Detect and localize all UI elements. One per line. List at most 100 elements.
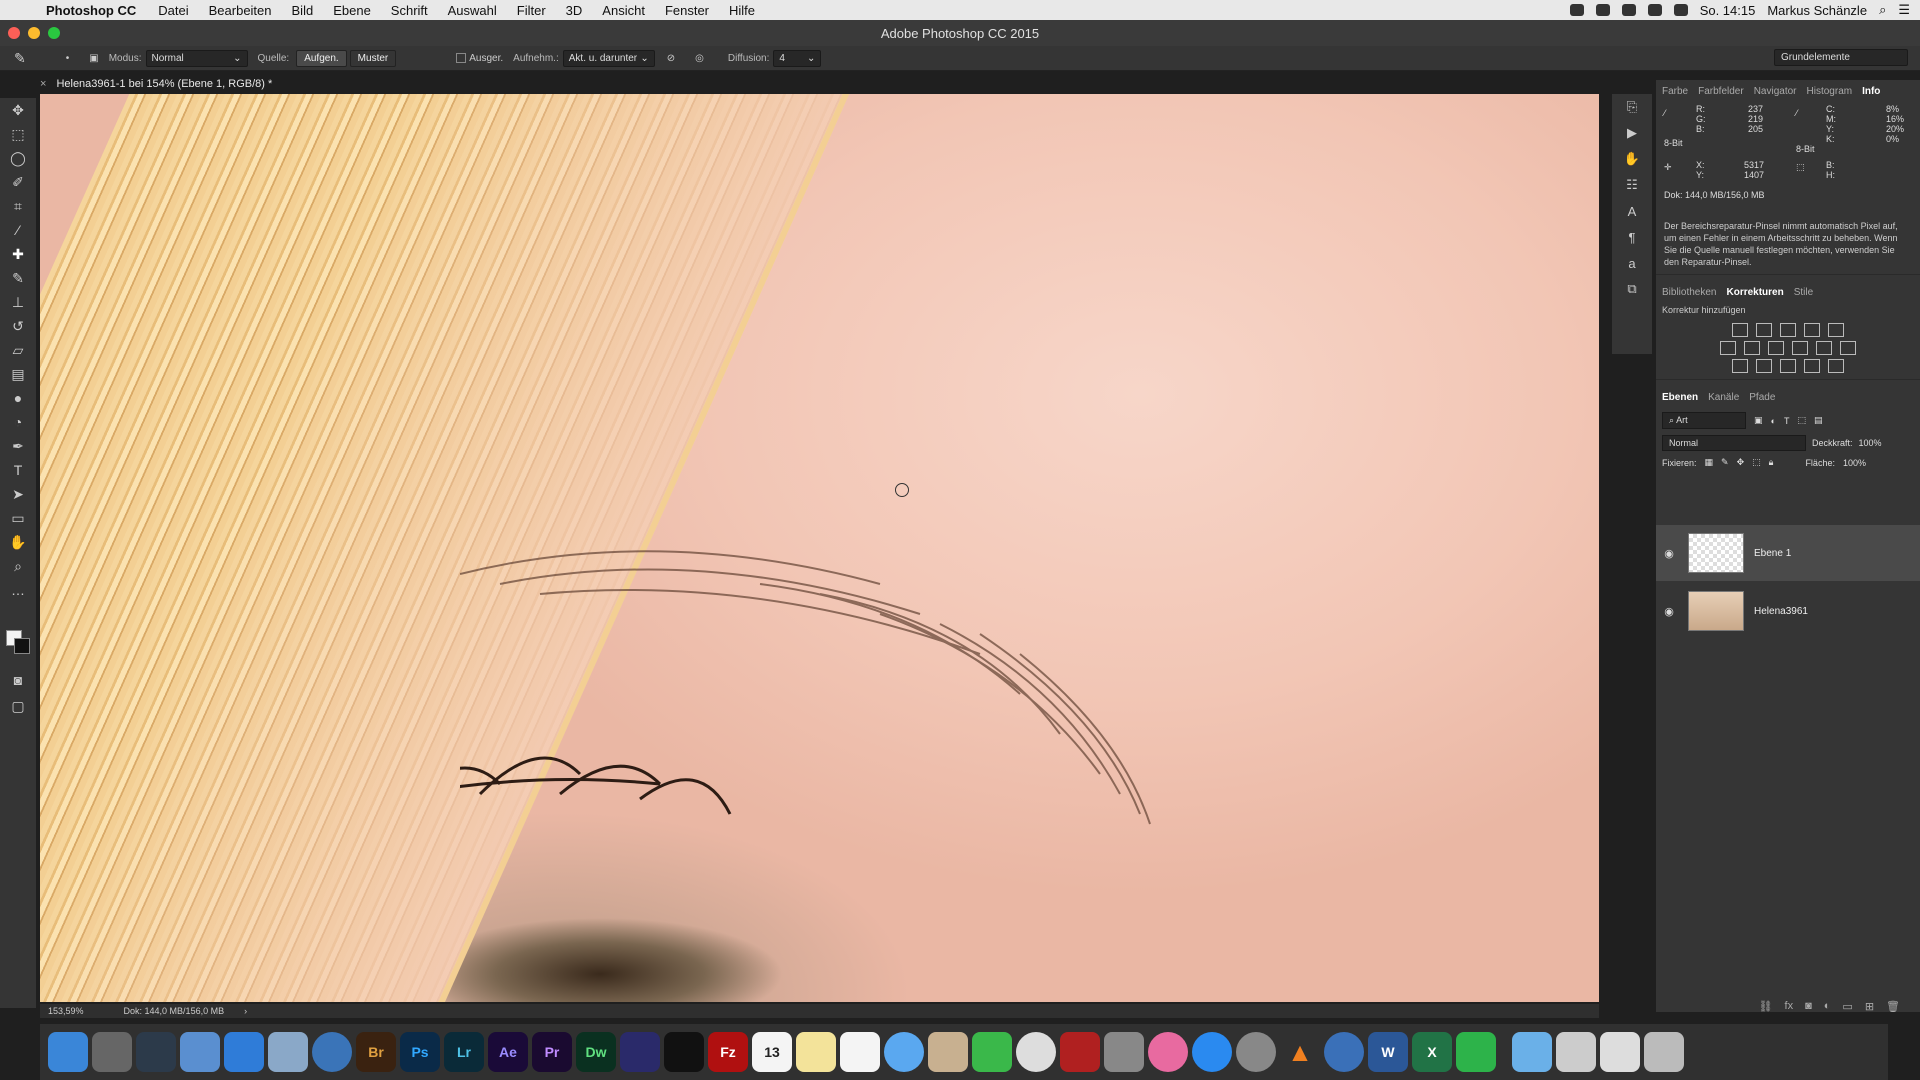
- curves-icon[interactable]: [1780, 323, 1796, 337]
- layer-row[interactable]: ◉ Helena3961: [1656, 583, 1920, 639]
- opacity-value[interactable]: 100%: [1859, 438, 1882, 448]
- quick-selection-tool-icon[interactable]: ✐: [0, 170, 36, 194]
- menu-schrift[interactable]: Schrift: [391, 3, 428, 18]
- launchpad-icon[interactable]: [92, 1032, 132, 1072]
- screen-mode-icon[interactable]: ▢: [0, 694, 36, 718]
- bridge-icon[interactable]: Br: [356, 1032, 396, 1072]
- tab-histogram[interactable]: Histogram: [1807, 86, 1853, 100]
- menubar-clock[interactable]: So. 14:15: [1700, 3, 1756, 18]
- paragraph-icon[interactable]: ¶: [1612, 224, 1652, 250]
- new-group-icon[interactable]: ▭: [1842, 1000, 1852, 1013]
- contacts-icon[interactable]: [928, 1032, 968, 1072]
- delete-layer-icon[interactable]: 🗑︎: [1886, 1000, 1900, 1013]
- eyedropper-tool-icon[interactable]: ⁄: [0, 218, 36, 242]
- marquee-tool-icon[interactable]: ⬚: [0, 122, 36, 146]
- remote-icon[interactable]: [620, 1032, 660, 1072]
- zoom-level[interactable]: 153,59%: [48, 1006, 84, 1016]
- filter-smart-object-icon[interactable]: ▤: [1814, 415, 1823, 426]
- evernote-icon[interactable]: [1456, 1032, 1496, 1072]
- word-icon[interactable]: W: [1368, 1032, 1408, 1072]
- diffusion-select[interactable]: 4 ⌄: [773, 49, 822, 67]
- brush-tool-icon[interactable]: ✎: [0, 266, 36, 290]
- crop-tool-icon[interactable]: ⌗: [0, 194, 36, 218]
- dodge-tool-icon[interactable]: ◔: [0, 410, 36, 434]
- brush-settings-icon[interactable]: ▣: [89, 53, 98, 64]
- photo-booth-icon[interactable]: [1060, 1032, 1100, 1072]
- brushes-folder-icon[interactable]: [1556, 1032, 1596, 1072]
- more-tools-icon[interactable]: …: [0, 578, 36, 602]
- invert-icon[interactable]: [1732, 359, 1748, 373]
- vibrance-icon[interactable]: [1828, 323, 1844, 337]
- brush-presets-icon[interactable]: ✋: [1612, 146, 1652, 172]
- quick-mask-icon[interactable]: ◙: [0, 668, 36, 692]
- preview-icon[interactable]: [268, 1032, 308, 1072]
- layer-name[interactable]: Ebene 1: [1754, 548, 1791, 559]
- menubar-user[interactable]: Markus Schänzle: [1767, 3, 1867, 18]
- pen-tool-icon[interactable]: ✒: [0, 434, 36, 458]
- dropbox-icon[interactable]: [1569, 4, 1584, 16]
- selective-color-icon[interactable]: [1804, 359, 1820, 373]
- aufnehm-select[interactable]: Akt. u. darunter ⌄: [562, 49, 655, 67]
- menu-auswahl[interactable]: Auswahl: [448, 3, 497, 18]
- photoshop-icon[interactable]: Ps: [400, 1032, 440, 1072]
- lock-paint-icon[interactable]: ✎: [1721, 457, 1729, 468]
- lock-all-icon[interactable]: 🔒︎: [1769, 457, 1774, 468]
- background-color-swatch[interactable]: [14, 638, 30, 654]
- rectangle-tool-icon[interactable]: ▭: [0, 506, 36, 530]
- visibility-eye-icon[interactable]: ◉: [1656, 547, 1682, 560]
- history-brush-tool-icon[interactable]: ↺: [0, 314, 36, 338]
- minimize-window-icon[interactable]: [28, 27, 40, 39]
- sync-icon[interactable]: [1595, 4, 1610, 16]
- record-icon[interactable]: [1621, 4, 1636, 16]
- black-white-icon[interactable]: [1768, 341, 1784, 355]
- quelle-aufgen-button[interactable]: Aufgen.: [296, 49, 347, 67]
- spotlight-icon[interactable]: ⌕: [1879, 2, 1886, 18]
- document-canvas[interactable]: [40, 94, 1599, 1002]
- photo-filter-icon[interactable]: [1792, 341, 1808, 355]
- menu-bearbeiten[interactable]: Bearbeiten: [209, 3, 272, 18]
- tab-stile[interactable]: Stile: [1794, 287, 1813, 301]
- brightness-icon[interactable]: [1732, 323, 1748, 337]
- history-icon[interactable]: ⎘: [1612, 94, 1652, 120]
- safari-icon[interactable]: [224, 1032, 264, 1072]
- excel-icon[interactable]: X: [1412, 1032, 1452, 1072]
- mission-control-icon[interactable]: [136, 1032, 176, 1072]
- character-icon[interactable]: A: [1612, 198, 1652, 224]
- tab-info[interactable]: Info: [1862, 86, 1880, 100]
- exposure-icon[interactable]: [1804, 323, 1820, 337]
- lightroom-icon[interactable]: Lr: [444, 1032, 484, 1072]
- blend-mode-select[interactable]: Normal: [1662, 435, 1806, 451]
- visibility-eye-icon[interactable]: ◉: [1656, 605, 1682, 618]
- filter-adjustment-icon[interactable]: ◐: [1771, 416, 1776, 426]
- posterize-icon[interactable]: [1756, 359, 1772, 373]
- layer-filter-select[interactable]: ⌕ Art: [1662, 412, 1746, 429]
- menu-ebene[interactable]: Ebene: [333, 3, 371, 18]
- document-tab[interactable]: × Helena3961-1 bei 154% (Ebene 1, RGB/8)…: [40, 75, 272, 93]
- fx-icon[interactable]: fx: [1785, 1000, 1794, 1013]
- tab-navigator[interactable]: Navigator: [1754, 86, 1797, 100]
- hue-saturation-icon[interactable]: [1720, 341, 1736, 355]
- itunes-icon[interactable]: [1148, 1032, 1188, 1072]
- threshold-icon[interactable]: [1780, 359, 1796, 373]
- move-tool-icon[interactable]: ✥: [0, 98, 36, 122]
- premiere-icon[interactable]: Pr: [532, 1032, 572, 1072]
- gradient-map-icon[interactable]: [1828, 359, 1844, 373]
- chrome-icon[interactable]: [1324, 1032, 1364, 1072]
- properties-icon[interactable]: ☷: [1612, 172, 1652, 198]
- pressure-icon[interactable]: ◎: [695, 53, 704, 64]
- modus-select[interactable]: Normal ⌄: [145, 49, 248, 67]
- notification-center-icon[interactable]: ☰: [1898, 2, 1910, 18]
- close-window-icon[interactable]: [8, 27, 20, 39]
- ausgerichtet-checkbox[interactable]: [456, 53, 467, 63]
- add-mask-icon[interactable]: ◙: [1805, 1000, 1812, 1013]
- downloads-icon[interactable]: [1600, 1032, 1640, 1072]
- brush-preset-icon[interactable]: •: [66, 53, 70, 64]
- blur-tool-icon[interactable]: ●: [0, 386, 36, 410]
- clone-stamp-tool-icon[interactable]: ⊥: [0, 290, 36, 314]
- type-tool-icon[interactable]: T: [0, 458, 36, 482]
- tab-farbe[interactable]: Farbe: [1662, 86, 1688, 100]
- tab-pfade[interactable]: Pfade: [1749, 392, 1775, 406]
- wifi-icon[interactable]: [1647, 4, 1662, 16]
- hand-tool-icon[interactable]: ✋: [0, 530, 36, 554]
- calendar-icon[interactable]: 13: [752, 1032, 792, 1072]
